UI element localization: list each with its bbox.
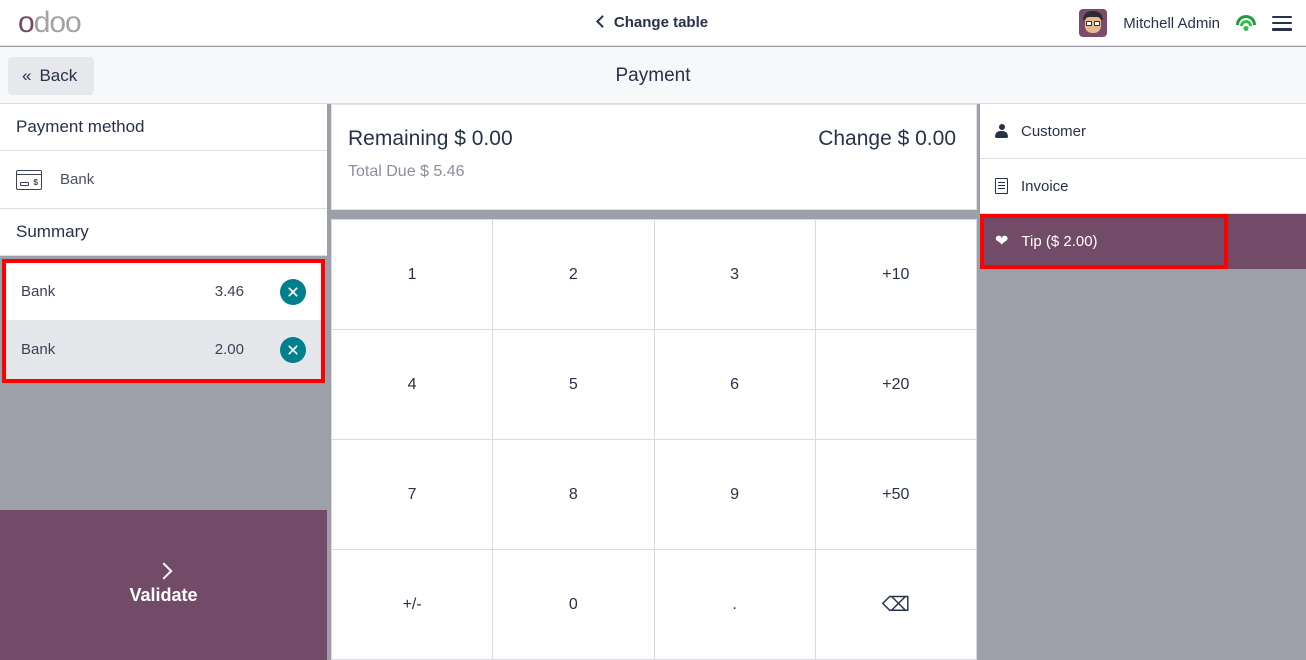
customer-button[interactable]: Customer <box>980 104 1306 159</box>
change-row: Change $ 0.00 <box>818 127 956 151</box>
numpad-key-9[interactable]: 9 <box>654 440 815 549</box>
center-panel: Remaining $ 0.00 Change $ 0.00 Total Due… <box>331 104 977 660</box>
summary-header: Summary <box>0 209 327 256</box>
numpad-key-plus-20[interactable]: +20 <box>815 330 976 439</box>
remaining-label: Remaining <box>348 127 449 150</box>
payment-lines-highlight: Bank 3.46 Bank 2.00 <box>2 259 325 383</box>
summary-title: Summary <box>16 222 89 241</box>
change-table-label: Change table <box>613 14 709 31</box>
delete-payment-line-button[interactable] <box>280 278 306 305</box>
tip-label: Tip ($ 2.00) <box>1021 233 1098 250</box>
numpad-key-1[interactable]: 1 <box>332 220 493 329</box>
document-icon <box>995 178 1008 194</box>
backspace-icon: ⌫ <box>881 594 911 616</box>
invoice-label: Invoice <box>1021 177 1069 195</box>
total-due-row: Total Due $ 5.46 <box>348 163 956 181</box>
payment-method-title: Payment method <box>16 117 145 136</box>
left-panel: Payment method $ Bank Summary Bank 3.46 <box>0 104 327 660</box>
avatar[interactable] <box>1079 9 1108 37</box>
right-panel: Customer Invoice ❤ Tip ($ 2.00) <box>980 104 1306 660</box>
customer-label: Customer <box>1021 122 1087 140</box>
avatar-glasses-right <box>1094 21 1101 26</box>
numpad-key-2[interactable]: 2 <box>493 220 654 329</box>
logo-first-letter: o <box>18 6 35 39</box>
chevron-right-icon <box>155 562 172 579</box>
pos-payment-screen: odoo Change table Mitchell Admin Payment <box>0 0 1306 660</box>
invoice-button[interactable]: Invoice <box>980 159 1306 214</box>
payment-line-amount: 3.46 <box>214 283 244 300</box>
numpad-key-5[interactable]: 5 <box>493 330 654 439</box>
totals-panel: Remaining $ 0.00 Change $ 0.00 Total Due… <box>331 104 977 210</box>
validate-button-label: Validate <box>129 584 198 605</box>
numpad-key-plus-10[interactable]: +10 <box>815 220 976 329</box>
wifi-icon <box>1236 15 1256 31</box>
payment-method-label: Bank <box>60 171 95 188</box>
credit-card-icon: $ <box>16 169 42 190</box>
odoo-logo[interactable]: odoo <box>18 6 82 40</box>
numpad-key-4[interactable]: 4 <box>332 330 493 439</box>
numpad-key-6[interactable]: 6 <box>654 330 815 439</box>
close-icon <box>288 344 298 355</box>
chevron-left-icon <box>596 15 609 28</box>
change-table-button[interactable]: Change table <box>596 14 709 31</box>
numpad-key-decimal[interactable]: . <box>654 550 815 659</box>
double-chevron-left-icon: « <box>22 66 32 85</box>
page-subheader: Payment « Back <box>0 47 1306 104</box>
heart-icon: ❤ <box>995 232 1009 250</box>
page-title: Payment <box>615 64 691 86</box>
hamburger-menu-icon[interactable] <box>1272 15 1292 31</box>
numpad-key-backspace[interactable]: ⌫ <box>815 550 976 659</box>
person-icon <box>995 123 1008 139</box>
numpad-key-plus-50[interactable]: +50 <box>815 440 976 549</box>
numpad-key-7[interactable]: 7 <box>332 440 493 549</box>
username-label[interactable]: Mitchell Admin <box>1123 15 1220 32</box>
total-due-value: $ 5.46 <box>420 163 465 180</box>
top-navigation-bar: odoo Change table Mitchell Admin <box>0 0 1306 46</box>
numpad-key-0[interactable]: 0 <box>493 550 654 659</box>
change-value: $ 0.00 <box>897 127 956 150</box>
payment-line-name: Bank <box>21 341 56 358</box>
logo-rest: doo <box>33 6 82 39</box>
remaining-value: $ 0.00 <box>454 127 513 150</box>
validate-button[interactable]: Validate <box>0 510 327 660</box>
back-button[interactable]: « Back <box>8 57 95 95</box>
close-icon <box>288 286 298 297</box>
avatar-glasses-left <box>1086 21 1093 26</box>
payment-method-bank[interactable]: $ Bank <box>0 151 327 209</box>
numpad-key-8[interactable]: 8 <box>493 440 654 549</box>
numpad-key-3[interactable]: 3 <box>654 220 815 329</box>
back-button-label: Back <box>39 66 78 85</box>
payment-line-name: Bank <box>21 283 56 300</box>
payment-method-header: Payment method <box>0 104 327 151</box>
change-label: Change <box>818 127 892 150</box>
numpad-key-sign-toggle[interactable]: +/- <box>332 550 493 659</box>
numpad: 1 2 3 +10 4 5 6 +20 7 8 9 +50 +/- 0 . ⌫ <box>331 219 977 660</box>
table-row[interactable]: Bank 2.00 <box>6 321 321 379</box>
table-row[interactable]: Bank 3.46 <box>6 263 321 321</box>
tip-button[interactable]: ❤ Tip ($ 2.00) <box>980 214 1306 269</box>
user-area: Mitchell Admin <box>1079 0 1292 46</box>
delete-payment-line-button[interactable] <box>280 336 306 363</box>
total-due-label: Total Due <box>348 163 416 180</box>
payment-line-amount: 2.00 <box>214 341 244 358</box>
remaining-row: Remaining $ 0.00 <box>348 127 513 151</box>
